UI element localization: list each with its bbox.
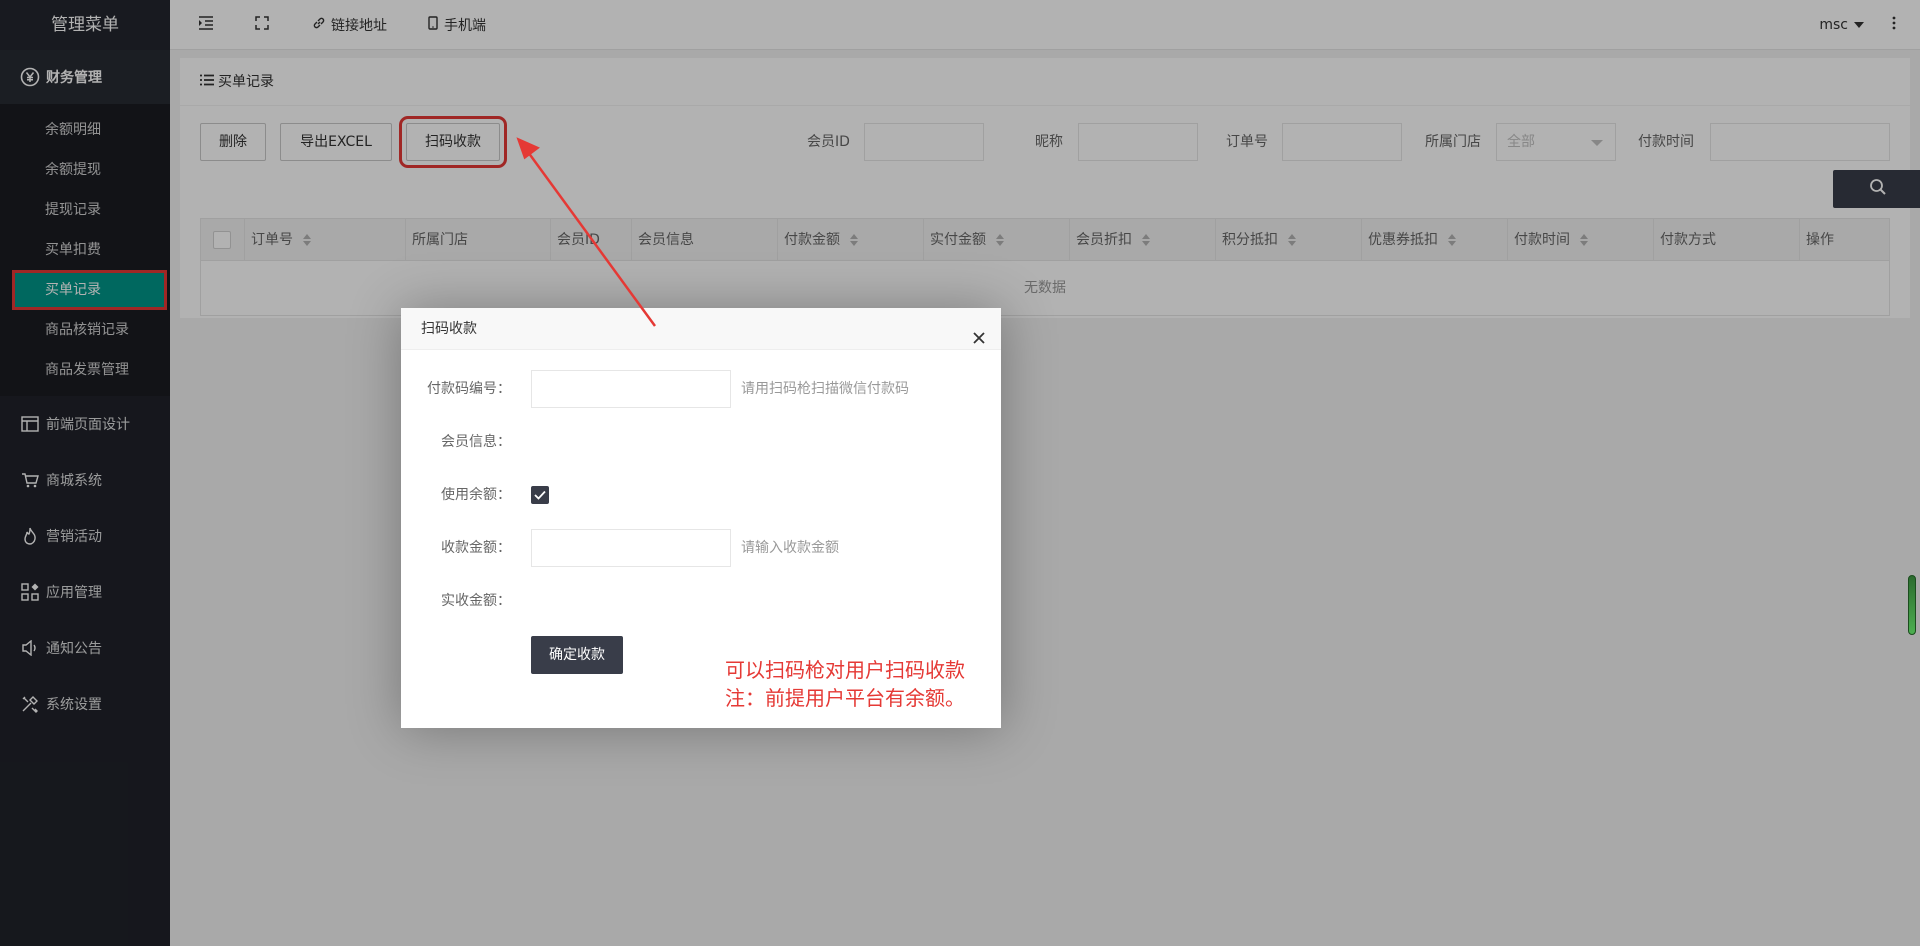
close-icon[interactable] bbox=[971, 321, 987, 344]
use-balance-label: 使用余额： bbox=[441, 487, 511, 503]
annotation-line-2: 注：前提用户平台有余额。 bbox=[725, 686, 965, 710]
confirm-collect-button[interactable]: 确定收款 bbox=[531, 636, 623, 674]
annotation-text: 可以扫码枪对用户扫码收款 注：前提用户平台有余额。 bbox=[725, 656, 965, 712]
use-balance-checkbox[interactable] bbox=[531, 486, 549, 504]
dialog-header: 扫码收款 bbox=[401, 308, 1001, 350]
scrollbar-thumb[interactable] bbox=[1908, 575, 1916, 635]
amount-hint: 请输入收款金额 bbox=[741, 540, 839, 556]
pay-code-input[interactable] bbox=[531, 370, 731, 408]
pay-code-hint: 请用扫码枪扫描微信付款码 bbox=[741, 381, 909, 397]
pay-code-label: 付款码编号： bbox=[427, 381, 511, 397]
check-icon bbox=[534, 490, 546, 500]
member-info-label: 会员信息： bbox=[441, 434, 511, 450]
amount-label: 收款金额： bbox=[441, 540, 511, 556]
actual-amount-label: 实收金额： bbox=[441, 593, 511, 609]
dialog-title: 扫码收款 bbox=[421, 321, 477, 337]
scan-collect-dialog: 扫码收款 付款码编号： 请用扫码枪扫描微信付款码 会员信息： 使用余额： 收款金… bbox=[401, 308, 1001, 728]
amount-input[interactable] bbox=[531, 529, 731, 567]
annotation-line-1: 可以扫码枪对用户扫码收款 bbox=[725, 658, 965, 682]
